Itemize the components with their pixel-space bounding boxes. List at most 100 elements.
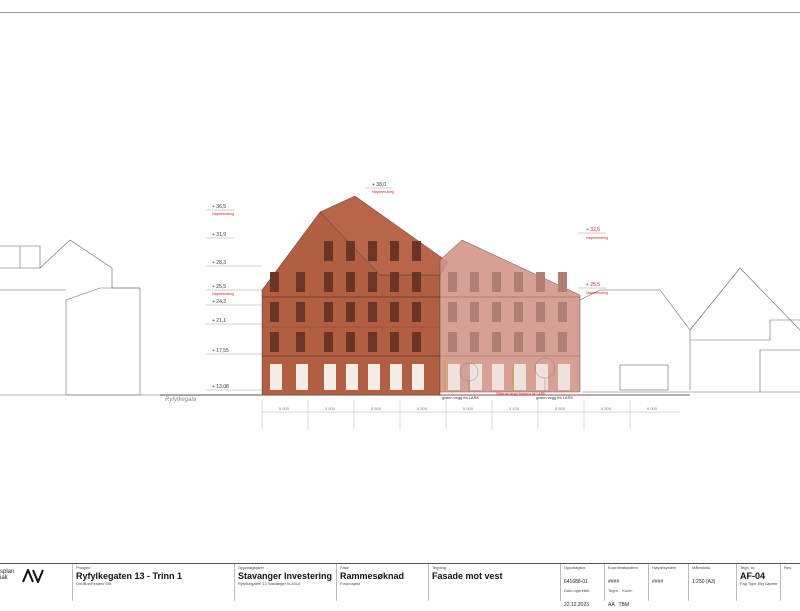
window bbox=[514, 302, 523, 322]
logo-cell: splan iak bbox=[0, 564, 68, 601]
sheet-number-cell: Tegn. nr. AF-04 Fag Type Etg Løpenr bbox=[736, 564, 780, 601]
elevation-label: + 25,5 bbox=[212, 284, 226, 290]
phase-cell: Fase Rammesøknad Forprosjekt bbox=[336, 564, 426, 601]
dimension-label: 5 500 bbox=[555, 406, 566, 411]
window bbox=[390, 241, 399, 261]
street-label: Ryfylkegata bbox=[165, 397, 197, 403]
facade-drawing: + 36,5 Høydeendring + 31,9 + 28,3 + 25,5… bbox=[0, 182, 800, 430]
elevation-label: + 21,1 bbox=[212, 318, 226, 324]
window bbox=[368, 332, 377, 352]
window bbox=[324, 272, 333, 292]
window bbox=[412, 272, 421, 292]
storefront-window bbox=[412, 364, 424, 390]
assignment-no: 641688-01 bbox=[564, 579, 588, 585]
date-label: Dato opprettet bbox=[564, 588, 590, 593]
window bbox=[296, 272, 305, 292]
window bbox=[470, 302, 479, 322]
annotation-green-wall-left: grønn vegg iht LARK bbox=[442, 395, 479, 400]
sheet-number: AF-04 bbox=[740, 571, 766, 581]
company-logo-text: splan iak bbox=[0, 569, 14, 581]
logo-line-2: iak bbox=[0, 575, 8, 581]
window bbox=[412, 241, 421, 261]
annotation-green-wall-right: grønn vegg iht LARK bbox=[536, 395, 573, 400]
storefront-window bbox=[514, 364, 526, 390]
window bbox=[558, 332, 567, 352]
elevation-marker: + 24,3 bbox=[205, 299, 262, 306]
title-block: splan iak Prosjekt Ryfylkegaten 13 - Tri… bbox=[0, 563, 800, 608]
scale-value: 1:250 (A3) bbox=[692, 579, 716, 585]
elevation-marker: + 25,5 Høydeendring bbox=[578, 282, 608, 295]
dimension-label: 5 500 bbox=[463, 406, 474, 411]
window bbox=[346, 241, 355, 261]
elevation-label: + 28,3 bbox=[212, 260, 226, 266]
window bbox=[448, 302, 457, 322]
drawing-title-cell: Tegning Fasade mot vest bbox=[428, 564, 556, 601]
company-logo-icon bbox=[22, 569, 44, 583]
window bbox=[514, 332, 523, 352]
window bbox=[346, 302, 355, 322]
scale-cell: Målestokk 1:250 (A3) bbox=[688, 564, 736, 601]
height-system-cell: Høydesystem #### bbox=[648, 564, 688, 601]
storefront-window bbox=[324, 364, 336, 390]
storefront-window bbox=[368, 364, 380, 390]
window bbox=[270, 302, 279, 322]
elevation-marker: + 36,5 Høydeendring bbox=[205, 204, 235, 216]
height-label: Høydesystem bbox=[652, 565, 677, 570]
window bbox=[324, 332, 333, 352]
elevation-marker: + 31,9 bbox=[205, 232, 235, 239]
elevation-markers-left: + 36,5 Høydeendring + 31,9 + 28,3 + 25,5… bbox=[205, 204, 262, 391]
storefront-window bbox=[270, 364, 282, 390]
elevation-label: + 13,08 bbox=[212, 384, 229, 390]
window bbox=[470, 332, 479, 352]
window bbox=[470, 272, 479, 292]
elevation-label: + 17,55 bbox=[212, 348, 229, 354]
window bbox=[296, 332, 305, 352]
dimension-label: 5 500 bbox=[417, 406, 428, 411]
drawn-checked-values: AA TBM bbox=[608, 602, 629, 608]
elevation-label: + 24,3 bbox=[212, 299, 226, 305]
neighbor-building-right bbox=[579, 267, 800, 393]
elevation-note: Høydeendring bbox=[212, 212, 234, 216]
window bbox=[492, 272, 501, 292]
drawing-label: Tegning bbox=[432, 565, 447, 570]
window bbox=[346, 332, 355, 352]
storefront-window bbox=[536, 364, 548, 390]
window bbox=[296, 302, 305, 322]
window bbox=[346, 272, 355, 292]
elevation-marker: + 21,1 bbox=[205, 318, 262, 325]
coordinate-cell: Koordinatsystem #### Tegnr. Kontr. AA TB… bbox=[604, 564, 648, 608]
window bbox=[368, 272, 377, 292]
window bbox=[536, 302, 545, 322]
elevation-marker: + 25,5 Høydeendring bbox=[205, 284, 262, 296]
client-label: Oppdragsgiver bbox=[238, 565, 265, 570]
project-label: Prosjekt bbox=[76, 565, 91, 570]
phase-sub: Forprosjekt bbox=[340, 581, 361, 586]
drawn-by: AA bbox=[608, 602, 615, 608]
window bbox=[368, 302, 377, 322]
elevation-marker-top: + 38,0 Høydeendring bbox=[366, 182, 394, 194]
elevation-marker: + 13,08 bbox=[205, 384, 262, 391]
window bbox=[390, 332, 399, 352]
coord-value: #### bbox=[608, 579, 620, 585]
dimension-label: 6 000 bbox=[647, 406, 658, 411]
elevation-note: Høydeendring bbox=[372, 190, 394, 194]
drawing-title: Fasade mot vest bbox=[432, 571, 503, 581]
window bbox=[514, 272, 523, 292]
window bbox=[492, 302, 501, 322]
dimension-label: 5 500 bbox=[325, 406, 336, 411]
checked-by: TBM bbox=[618, 602, 630, 608]
sheet-label: Tegn. nr. bbox=[740, 565, 756, 570]
sheet-sub: Fag Type Etg Løpenr bbox=[740, 581, 778, 586]
storefront-window bbox=[296, 364, 308, 390]
project-name: Ryfylkegaten 13 - Trinn 1 bbox=[76, 571, 183, 581]
building-main bbox=[261, 195, 449, 396]
dimension-chain: 5 600 5 500 5 500 5 500 5 500 5 100 5 500 5 500… bbox=[261, 400, 680, 430]
scale-label: Målestokk bbox=[692, 565, 711, 570]
window bbox=[558, 272, 567, 292]
window bbox=[536, 332, 545, 352]
window bbox=[368, 241, 377, 261]
window bbox=[448, 332, 457, 352]
elevation-marker: + 32,5 Høydeendring bbox=[578, 227, 608, 240]
storefront-window bbox=[346, 364, 358, 390]
elevation-marker: + 28,3 bbox=[205, 260, 262, 267]
